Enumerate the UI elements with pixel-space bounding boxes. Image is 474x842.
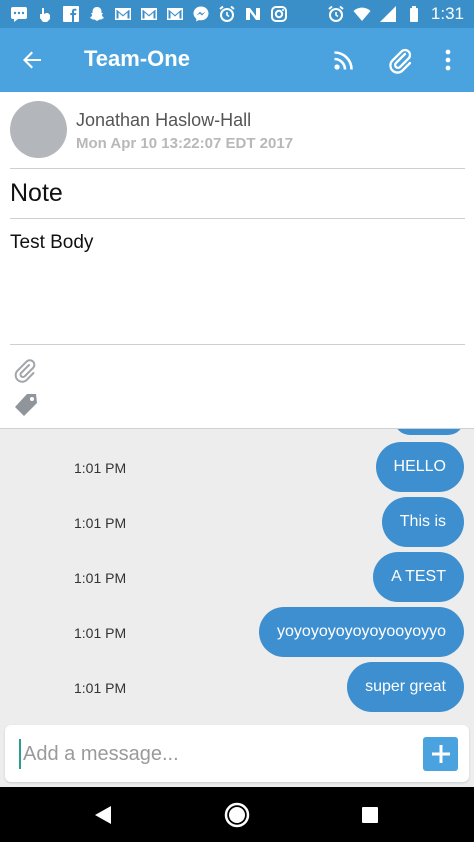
message-time: 1:01 PM [74, 460, 127, 476]
divider [10, 218, 465, 219]
wifi-icon [353, 7, 371, 21]
home-circle-icon[interactable] [222, 800, 252, 830]
back-arrow-icon[interactable] [18, 46, 46, 74]
message-bubble[interactable]: This is [381, 497, 464, 547]
page-title: Team-One [84, 46, 190, 71]
note-body: Test Body [10, 232, 94, 253]
message-bubble[interactable]: super great [347, 662, 464, 712]
message-input[interactable] [19, 739, 409, 769]
signal-icon [379, 6, 396, 22]
tag-icon[interactable] [13, 392, 39, 418]
sms-icon [11, 7, 27, 22]
instagram-icon [271, 6, 287, 22]
message-bubble-partial [394, 429, 464, 435]
attachment-icon[interactable] [386, 46, 414, 74]
app-bar: Team-One [0, 28, 474, 92]
overflow-menu-icon[interactable] [434, 46, 462, 74]
clock: 1:31 [430, 4, 464, 23]
gmail-icon [141, 8, 157, 20]
battery-icon [409, 6, 418, 22]
back-triangle-icon[interactable] [89, 800, 119, 830]
system-nav-bar [0, 787, 474, 842]
recents-square-icon[interactable] [355, 800, 385, 830]
alarm-icon [219, 5, 235, 22]
composer [5, 725, 469, 782]
note-title: Note [10, 179, 63, 207]
notification-icons [10, 5, 288, 23]
message-bubble[interactable]: HELLO [375, 442, 464, 492]
gmail-icon [115, 8, 131, 20]
n-icon [246, 8, 260, 20]
divider [10, 344, 465, 345]
alarm-icon [328, 5, 344, 22]
note-card: Jonathan Haslow-Hall Mon Apr 10 13:22:07… [0, 92, 474, 428]
status-bar: 1:31 [0, 0, 474, 28]
message-time: 1:01 PM [74, 625, 127, 641]
message-time: 1:01 PM [74, 680, 127, 696]
message-bubble[interactable]: yoyoyoyoyoyoyooyoyyo [259, 607, 464, 657]
gmail-icon [167, 8, 183, 20]
message-list[interactable]: 1:01 PM HELLO 1:01 PM This is 1:01 PM A … [0, 428, 474, 724]
note-date: Mon Apr 10 13:22:07 EDT 2017 [76, 135, 294, 152]
author-name: Jonathan Haslow-Hall [76, 110, 252, 130]
attachment-icon[interactable] [12, 358, 38, 384]
message-time: 1:01 PM [74, 570, 127, 586]
facebook-icon [63, 6, 79, 22]
hand-icon [40, 8, 50, 22]
message-bubble[interactable]: A TEST [373, 552, 464, 602]
system-icons: 1:31 [327, 4, 464, 24]
plus-icon [431, 745, 450, 763]
avatar [10, 101, 67, 158]
composer-bar [0, 724, 474, 787]
send-button[interactable] [423, 737, 458, 771]
snapchat-icon [90, 7, 104, 21]
rss-feed-icon[interactable] [330, 46, 358, 74]
divider [10, 168, 465, 169]
message-time: 1:01 PM [74, 515, 127, 531]
messenger-icon [193, 6, 209, 22]
